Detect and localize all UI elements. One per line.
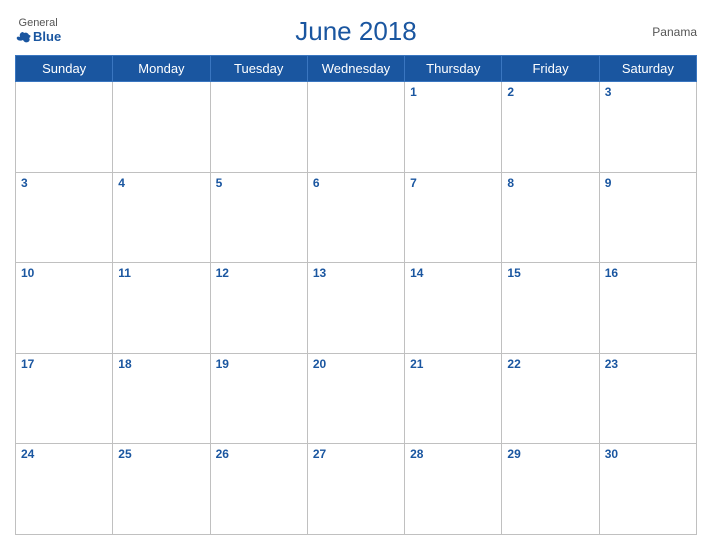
weekday-header-row: Sunday Monday Tuesday Wednesday Thursday… (16, 56, 697, 82)
day-cell-4: 4 (113, 172, 210, 263)
country-label: Panama (652, 25, 697, 39)
logo-general-text: General (19, 17, 58, 29)
header-wednesday: Wednesday (307, 56, 404, 82)
day-cell-9: 9 (599, 172, 696, 263)
calendar-header: General Blue June 2018 Panama (15, 10, 697, 51)
day-cell-8: 8 (502, 172, 599, 263)
day-cell-1: 1 (405, 82, 502, 173)
day-cell-10: 10 (16, 263, 113, 354)
day-cell-18: 18 (113, 353, 210, 444)
header-friday: Friday (502, 56, 599, 82)
day-cell-30: 30 (599, 444, 696, 535)
day-cell-19: 19 (210, 353, 307, 444)
header-sunday: Sunday (16, 56, 113, 82)
week-row-2: 3 4 5 6 7 8 9 (16, 172, 697, 263)
week-row-3: 10 11 12 13 14 15 16 (16, 263, 697, 354)
day-cell-15: 15 (502, 263, 599, 354)
day-cell-14: 14 (405, 263, 502, 354)
logo-bird-icon (15, 30, 31, 46)
week-row-4: 17 18 19 20 21 22 23 (16, 353, 697, 444)
day-cell-23: 23 (599, 353, 696, 444)
day-cell-16: 16 (599, 263, 696, 354)
calendar-table: Sunday Monday Tuesday Wednesday Thursday… (15, 55, 697, 535)
day-cell-7: 7 (405, 172, 502, 263)
header-thursday: Thursday (405, 56, 502, 82)
day-cell-25: 25 (113, 444, 210, 535)
header-saturday: Saturday (599, 56, 696, 82)
logo-blue-text: Blue (15, 30, 61, 46)
day-cell-6: 6 (307, 172, 404, 263)
week-row-5: 24 25 26 27 28 29 30 (16, 444, 697, 535)
day-cell-3b: 3 (16, 172, 113, 263)
header-monday: Monday (113, 56, 210, 82)
day-cell (113, 82, 210, 173)
day-cell-24: 24 (16, 444, 113, 535)
day-cell-27: 27 (307, 444, 404, 535)
day-cell (210, 82, 307, 173)
day-cell (16, 82, 113, 173)
day-cell-13: 13 (307, 263, 404, 354)
day-cell (307, 82, 404, 173)
day-cell-21: 21 (405, 353, 502, 444)
day-cell-28: 28 (405, 444, 502, 535)
day-cell-5: 5 (210, 172, 307, 263)
day-cell-17: 17 (16, 353, 113, 444)
header-tuesday: Tuesday (210, 56, 307, 82)
day-cell-2: 2 (502, 82, 599, 173)
day-cell-26: 26 (210, 444, 307, 535)
day-cell-12: 12 (210, 263, 307, 354)
day-cell-3: 3 (599, 82, 696, 173)
day-cell-20: 20 (307, 353, 404, 444)
week-row-1: 1 2 3 (16, 82, 697, 173)
logo: General Blue (15, 17, 61, 45)
day-cell-29: 29 (502, 444, 599, 535)
day-cell-22: 22 (502, 353, 599, 444)
day-cell-11: 11 (113, 263, 210, 354)
month-title: June 2018 (295, 16, 416, 47)
